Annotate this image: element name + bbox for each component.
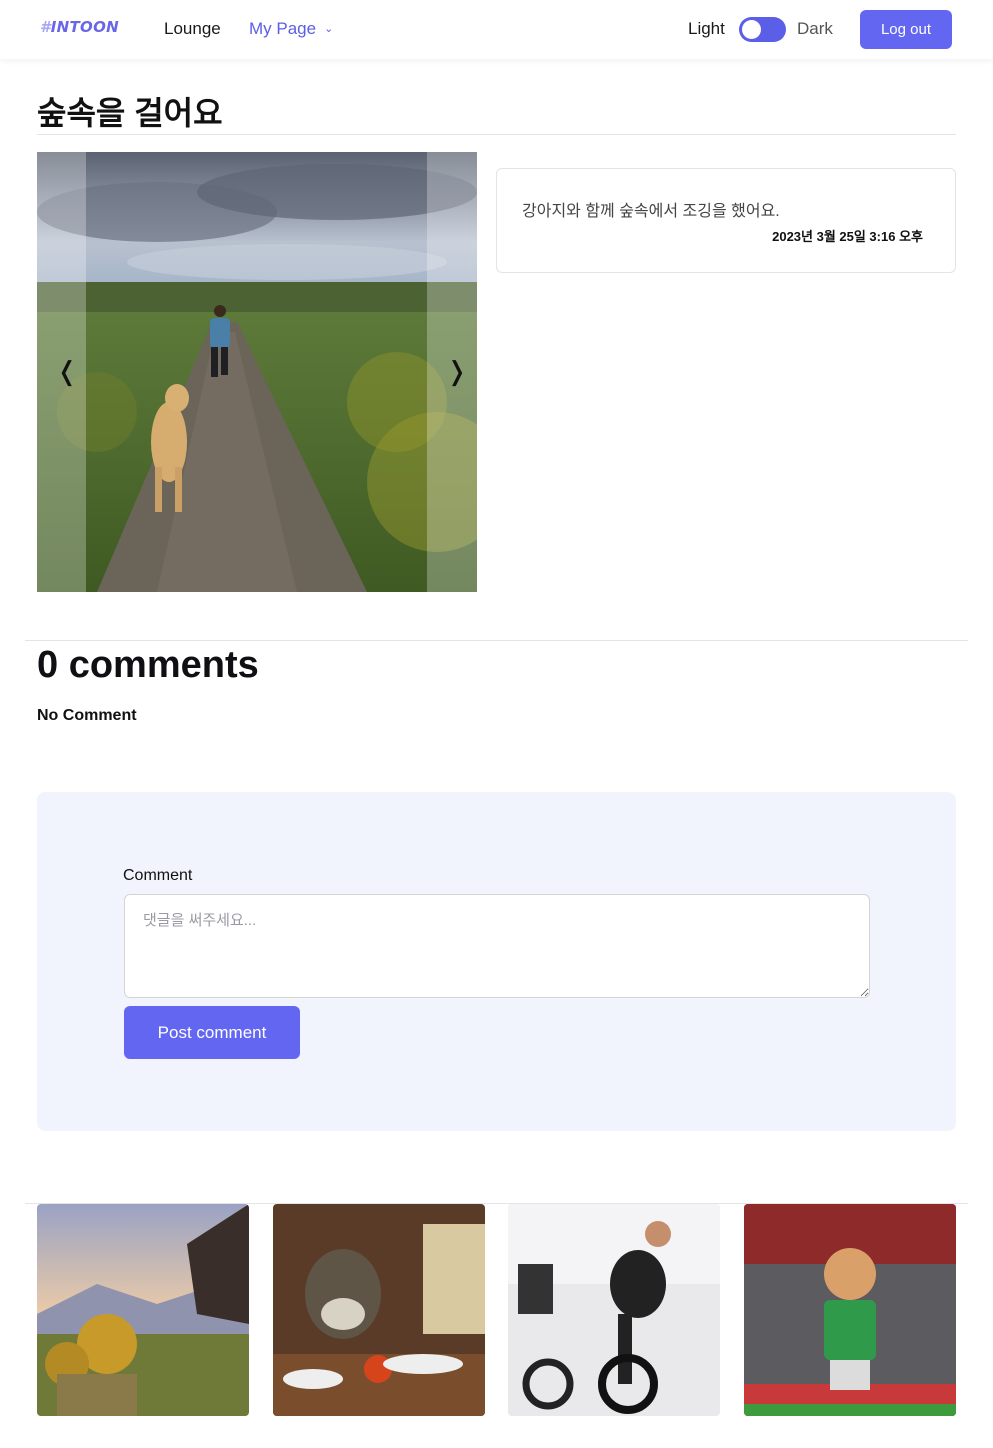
gallery-image	[273, 1204, 485, 1416]
nav-lounge-link[interactable]: Lounge	[164, 19, 221, 39]
next-arrow-icon[interactable]: ❭	[446, 357, 468, 387]
comment-label: Comment	[123, 867, 193, 884]
logo[interactable]: #INTOON	[40, 18, 119, 36]
post-description: 강아지와 함께 숲속에서 조깅을 했어요.	[522, 203, 780, 220]
logout-button[interactable]: Log out	[860, 10, 952, 49]
gallery-image	[37, 1204, 249, 1416]
gallery-image	[508, 1204, 720, 1416]
nav-mypage-dropdown[interactable]: My Page ⌄	[249, 19, 333, 39]
gallery-thumb-dog-dinner[interactable]	[273, 1204, 485, 1416]
comments-divider	[25, 640, 968, 641]
prev-arrow-icon[interactable]: ❬	[56, 357, 78, 387]
chevron-down-icon: ⌄	[324, 23, 334, 35]
comment-input[interactable]	[124, 894, 870, 998]
post-info-card: 강아지와 함께 숲속에서 조깅을 했어요. 2023년 3월 25일 3:16 …	[496, 168, 956, 273]
gallery-thumb-cycling[interactable]	[508, 1204, 720, 1416]
carousel-photo	[37, 152, 477, 592]
post-title: 숲속을 걸어요	[37, 95, 223, 131]
no-comment-text: No Comment	[37, 707, 137, 724]
theme-light-label: Light	[688, 19, 725, 38]
top-navbar: #INTOON Lounge My Page ⌄ Light Dark Log o…	[0, 0, 993, 59]
post-comment-button[interactable]: Post comment	[124, 1006, 300, 1059]
post-date: 2023년 3월 25일 3:16 오후	[772, 229, 923, 244]
gallery-thumb-landscape[interactable]	[37, 1204, 249, 1416]
theme-toggle[interactable]	[739, 17, 786, 42]
toggle-knob	[742, 20, 761, 39]
comments-count: 0 comments	[37, 644, 259, 686]
gallery-thumb-mascot[interactable]	[744, 1204, 956, 1416]
image-carousel[interactable]: ❬ ❭	[37, 152, 477, 592]
gallery-image	[744, 1204, 956, 1416]
comment-form: Comment Post comment	[37, 792, 956, 1131]
title-divider	[37, 134, 956, 135]
nav-mypage-label: My Page	[249, 19, 317, 38]
theme-dark-label: Dark	[797, 19, 833, 38]
